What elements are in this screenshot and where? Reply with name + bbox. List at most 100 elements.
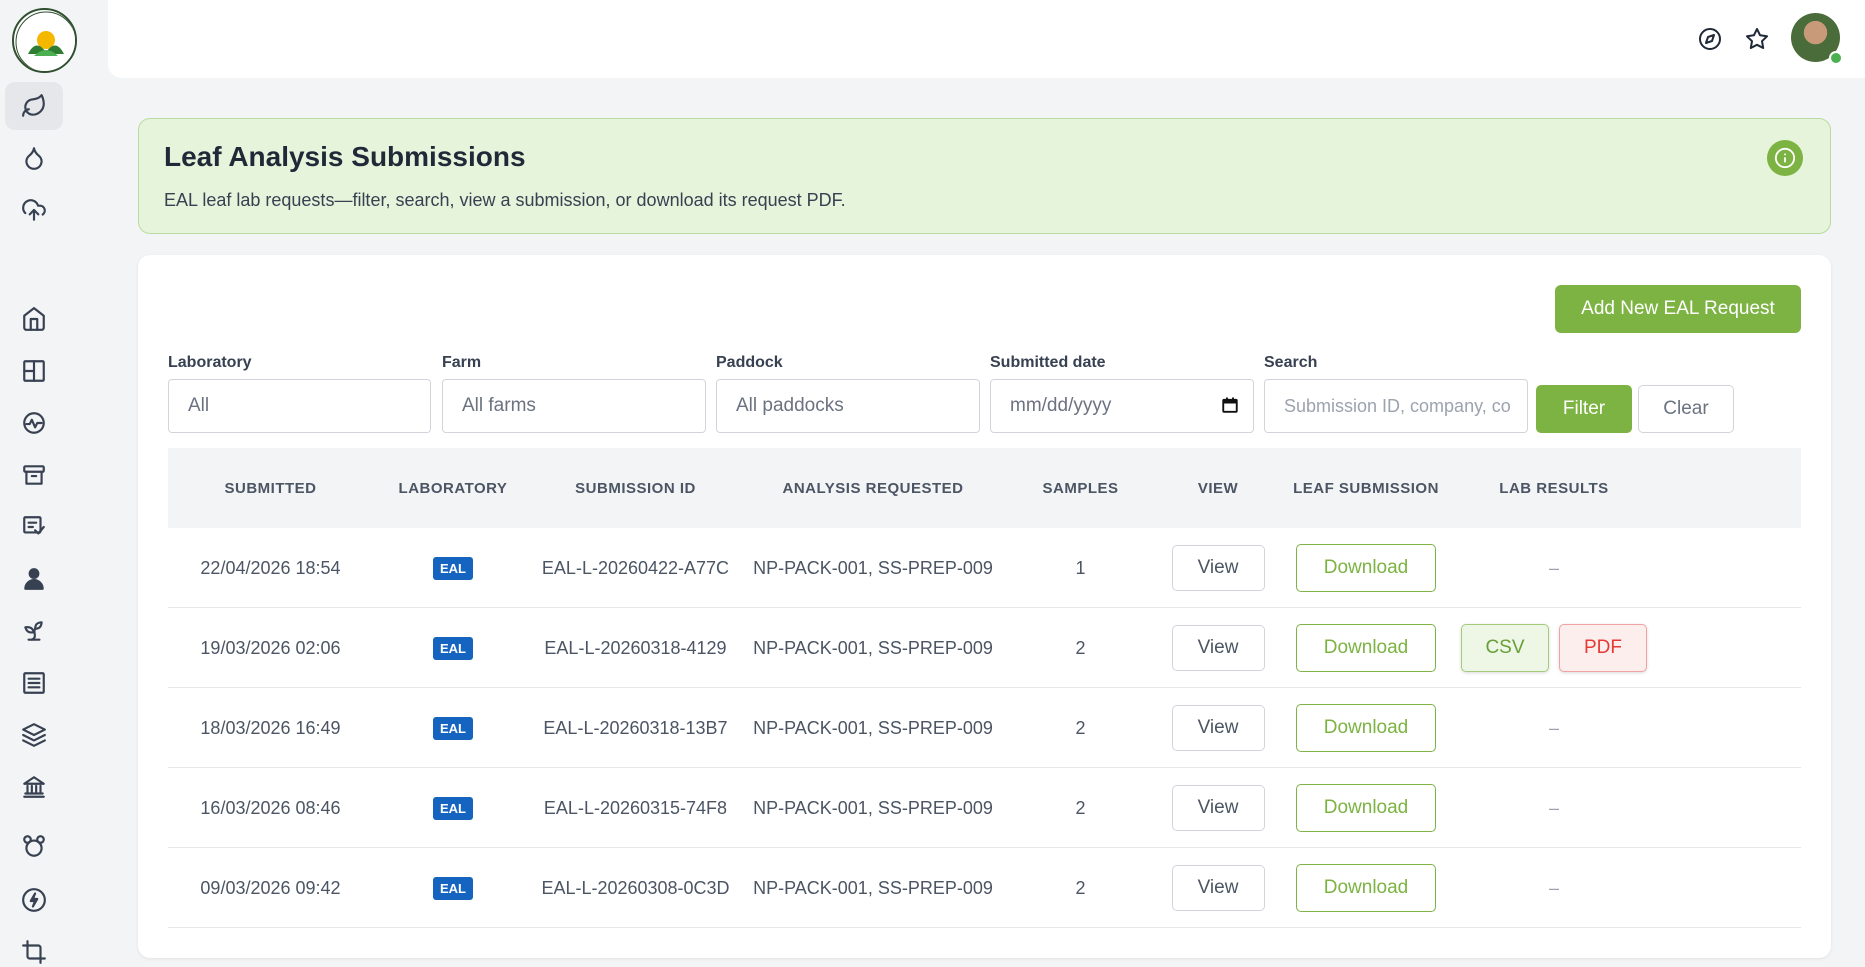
compass-button[interactable]: [1695, 24, 1725, 54]
view-cell: View: [1153, 528, 1283, 608]
view-cell: View: [1153, 608, 1283, 688]
sidebar-item-bank[interactable]: [5, 763, 63, 811]
view-button[interactable]: View: [1171, 625, 1265, 671]
add-new-eal-request-button[interactable]: Add New EAL Request: [1555, 285, 1801, 333]
submission-id-cell: EAL-L-20260318-4129: [544, 637, 727, 658]
samples-cell: 2: [1075, 797, 1086, 818]
column-laboratory: LABORATORY: [398, 479, 508, 497]
leaf-submission-cell: Download: [1283, 528, 1449, 608]
sidebar-item-list[interactable]: [5, 659, 63, 707]
submitted-cell: 18/03/2026 16:49: [200, 717, 341, 738]
sidebar: [0, 0, 92, 967]
lab-results-cell: –: [1449, 768, 1659, 848]
no-results-dash: –: [1548, 717, 1559, 738]
farm-select[interactable]: All farms: [442, 379, 706, 433]
sidebar-item-archive[interactable]: [5, 451, 63, 499]
view-button[interactable]: View: [1171, 705, 1265, 751]
download-button[interactable]: Download: [1296, 864, 1436, 912]
sidebar-item-activity[interactable]: [5, 399, 63, 447]
info-icon: [1774, 147, 1796, 169]
table-row: 16/03/2026 08:46 EAL EAL-L-20260315-74F8…: [168, 768, 1801, 848]
column-leaf-submission: LEAF SUBMISSION: [1293, 479, 1439, 497]
lab-results-cell: –: [1449, 528, 1659, 608]
sidebar-item-reports[interactable]: [5, 503, 63, 551]
sidebar-item-sprout[interactable]: [5, 607, 63, 655]
report-icon: [23, 516, 45, 535]
lab-results-cell: –: [1449, 688, 1659, 768]
laboratory-label: Laboratory: [168, 354, 252, 371]
online-status-dot: [1829, 51, 1843, 65]
search-input[interactable]: Submission ID, company, co: [1264, 379, 1528, 433]
zap-icon: [22, 888, 46, 912]
avatar[interactable]: [1791, 13, 1843, 65]
submitted-date-placeholder: mm/dd/yyyy: [1010, 395, 1112, 416]
table-row: 09/03/2026 09:42 EAL EAL-L-20260308-0C3D…: [168, 848, 1801, 928]
view-button[interactable]: View: [1171, 545, 1265, 591]
filter-button[interactable]: Filter: [1536, 385, 1632, 433]
table-row: 22/04/2026 18:54 EAL EAL-L-20260422-A77C…: [168, 528, 1801, 608]
submitted-cell: 16/03/2026 08:46: [200, 797, 341, 818]
crop-icon: [22, 940, 46, 964]
paddock-select[interactable]: All paddocks: [716, 379, 980, 433]
sidebar-item-home[interactable]: [5, 295, 63, 343]
no-results-dash: –: [1548, 797, 1559, 818]
compass-icon: [1699, 28, 1721, 50]
laboratory-cell: EAL: [373, 848, 533, 928]
download-button[interactable]: Download: [1296, 544, 1436, 592]
list-icon: [23, 672, 45, 694]
analysis-cell: NP-PACK-001, SS-PREP-009: [753, 637, 993, 658]
samples-cell: 2: [1075, 877, 1086, 898]
view-cell: View: [1153, 688, 1283, 768]
search-label: Search: [1264, 354, 1318, 371]
farm-label: Farm: [442, 354, 482, 371]
samples-cell: 1: [1075, 557, 1086, 578]
archive-icon: [23, 465, 45, 485]
sidebar-item-leaf[interactable]: [5, 82, 63, 130]
sidebar-item-energy[interactable]: [5, 876, 63, 924]
layout-icon: [23, 360, 45, 382]
laboratory-cell: EAL: [373, 608, 533, 688]
pdf-results-button[interactable]: PDF: [1559, 624, 1647, 672]
app-logo[interactable]: [12, 8, 77, 73]
samples-cell: 2: [1075, 717, 1086, 738]
download-button[interactable]: Download: [1296, 784, 1436, 832]
laboratory-select[interactable]: All: [168, 379, 431, 433]
sidebar-item-water[interactable]: [5, 134, 63, 182]
info-button[interactable]: [1767, 140, 1803, 176]
lab-results-cell: CSV PDF: [1449, 608, 1659, 688]
laboratory-cell: EAL: [373, 768, 533, 848]
download-button[interactable]: Download: [1296, 624, 1436, 672]
view-button[interactable]: View: [1171, 865, 1265, 911]
view-cell: View: [1153, 768, 1283, 848]
view-button[interactable]: View: [1171, 785, 1265, 831]
sidebar-item-crop[interactable]: [5, 928, 63, 967]
home-icon: [23, 307, 45, 331]
column-submission-id: SUBMISSION ID: [575, 479, 696, 497]
layers-icon: [22, 723, 46, 747]
analysis-cell: NP-PACK-001, SS-PREP-009: [753, 557, 993, 578]
view-cell: View: [1153, 848, 1283, 928]
leaf-icon: [22, 94, 45, 117]
submitted-date-input[interactable]: mm/dd/yyyy: [990, 379, 1254, 433]
download-button[interactable]: Download: [1296, 704, 1436, 752]
csv-results-button[interactable]: CSV: [1461, 624, 1549, 672]
submitted-date-label: Submitted date: [990, 354, 1106, 371]
clear-button[interactable]: Clear: [1638, 385, 1734, 433]
droplet-icon: [25, 147, 43, 170]
calendar-icon[interactable]: [1221, 396, 1239, 414]
sidebar-item-user[interactable]: [5, 555, 63, 603]
sidebar-item-layers[interactable]: [5, 711, 63, 759]
activity-icon: [23, 412, 45, 434]
bank-icon: [23, 776, 45, 798]
lab-badge: EAL: [433, 876, 473, 900]
leaf-submission-cell: Download: [1283, 688, 1449, 768]
submitted-cell: 19/03/2026 02:06: [200, 637, 341, 658]
top-bar: [108, 0, 1865, 78]
sprout-icon: [24, 621, 43, 641]
column-submitted: SUBMITTED: [224, 479, 317, 497]
sidebar-item-upload[interactable]: [5, 186, 63, 234]
column-view: VIEW: [1197, 479, 1239, 497]
sidebar-item-bear[interactable]: [5, 822, 63, 870]
sidebar-item-dashboard[interactable]: [5, 347, 63, 395]
favorites-button[interactable]: [1742, 24, 1772, 54]
